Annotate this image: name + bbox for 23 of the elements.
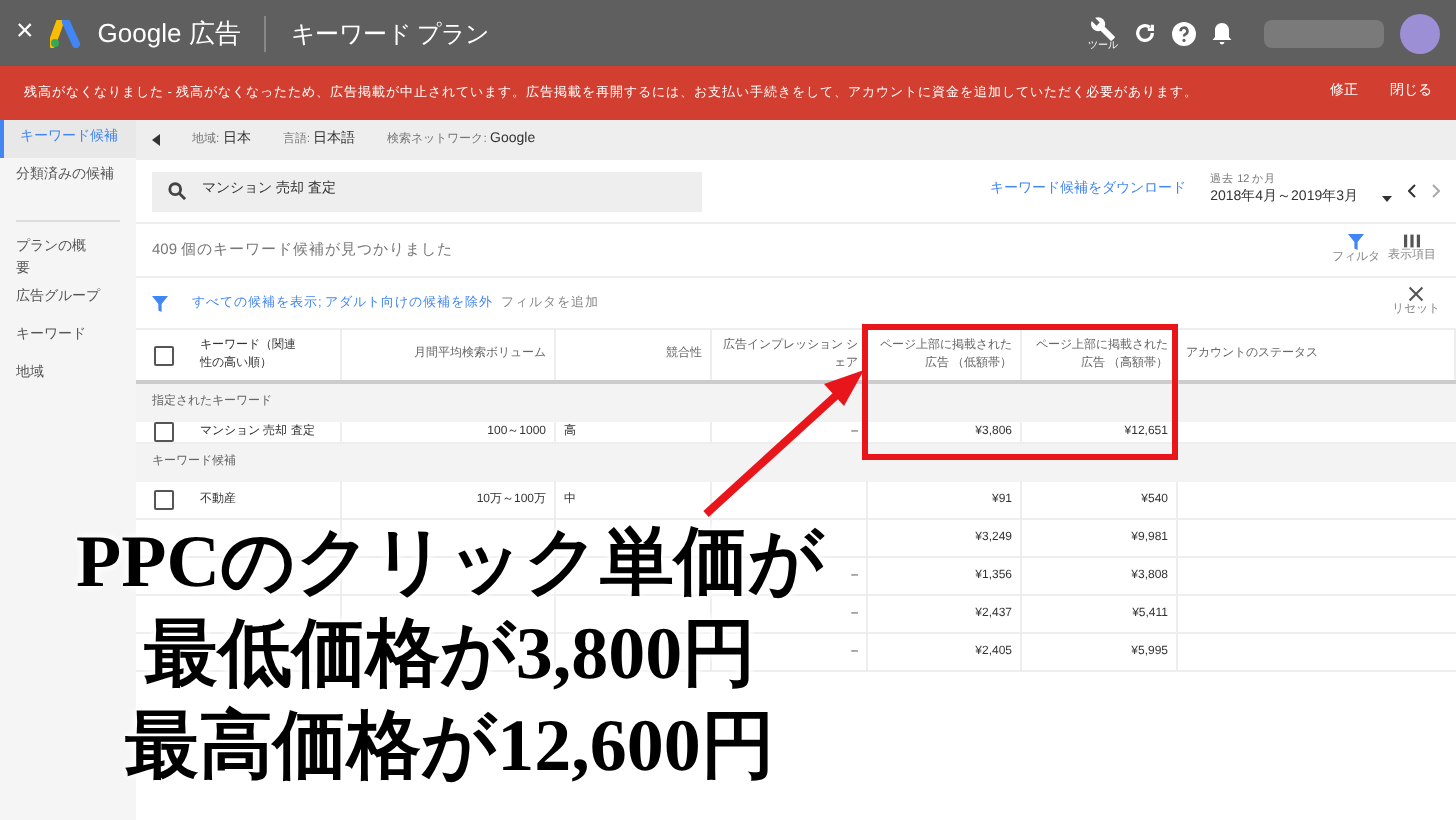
checkbox[interactable]	[154, 345, 174, 365]
caret-icon	[1382, 196, 1392, 203]
wrench-icon	[1090, 15, 1116, 41]
account-placeholder	[1264, 19, 1384, 47]
filter-icon	[152, 295, 168, 311]
previous-icon[interactable]	[1408, 184, 1416, 198]
page-title: キーワード プラン	[290, 17, 490, 51]
brand-name: Google 広告	[97, 15, 241, 52]
columns-icon	[1404, 234, 1420, 248]
filter-icon	[1348, 233, 1364, 249]
search-icon	[168, 182, 186, 200]
refresh-icon[interactable]	[1134, 22, 1156, 44]
caption-line: PPCのクリック単価が	[76, 520, 824, 608]
close-button[interactable]: ×	[16, 10, 34, 56]
collapse-icon[interactable]	[152, 134, 160, 146]
checkbox[interactable]	[154, 490, 174, 510]
caption-line: 最高価格が12,600円	[125, 703, 775, 792]
caption-line: 最低価格が3,800円	[143, 612, 757, 700]
help-icon[interactable]	[1172, 21, 1196, 45]
close-icon	[1408, 286, 1424, 302]
logo-icon	[49, 19, 82, 47]
checkbox[interactable]	[154, 422, 174, 442]
bell-icon[interactable]	[1212, 21, 1232, 45]
